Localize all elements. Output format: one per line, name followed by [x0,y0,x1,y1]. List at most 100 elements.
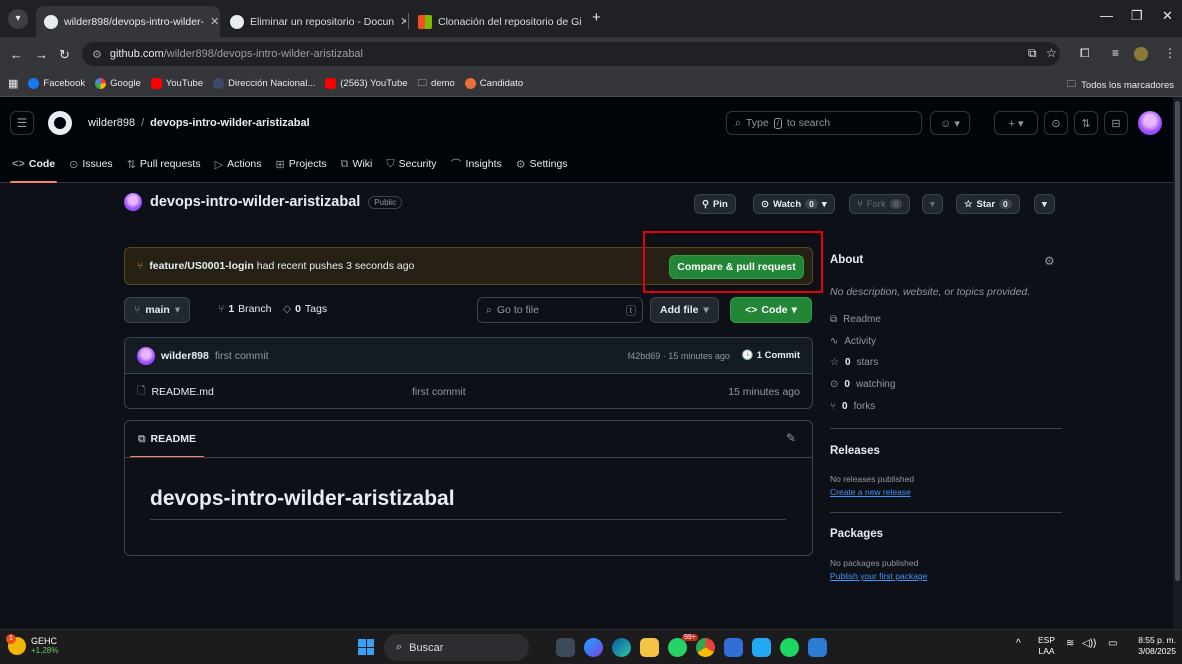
create-new-button[interactable]: + ▾ [994,111,1038,135]
scrollbar-thumb[interactable] [1175,101,1180,581]
forks-link[interactable]: ⑂ 0 forks [830,401,875,412]
page-scrollbar[interactable] [1173,97,1182,629]
stars-link[interactable]: ☆ 0 stars [830,357,878,368]
tab-docs-delete-repo[interactable]: Eliminar un repositorio - Docun ✕ [222,6,406,37]
watch-button[interactable]: ⊙ Watch 0 ▾ [753,194,835,214]
bookmark-folder-demo[interactable]: 🗀 demo [418,76,455,92]
back-arrow-icon[interactable]: ← [10,47,23,62]
watching-link[interactable]: ⊙ 0 watching [830,379,895,390]
user-avatar[interactable] [1138,111,1162,135]
reading-list-icon[interactable]: ≡ [1112,46,1119,60]
speaker-icon[interactable]: ◁)) [1082,638,1096,649]
code-dropdown-button[interactable]: <> Code ▾ [730,297,812,323]
tab-search-chevron-icon[interactable]: ▾ [8,9,28,29]
close-tab-icon[interactable]: ✕ [400,15,406,28]
taskbar-search[interactable]: ⌕ Buscar [384,634,529,661]
tab-wiki[interactable]: ⧉ Wiki [341,151,373,177]
bookmark-youtube-2563[interactable]: (2563) YouTube [325,78,408,89]
stock-widget[interactable]: 1 GEHC +1,28% [6,634,58,656]
chrome-icon[interactable] [696,638,715,657]
file-explorer-icon[interactable] [640,638,659,657]
edge-browser-icon[interactable] [612,638,631,657]
chrome-menu-icon[interactable]: ⋮ [1164,46,1176,60]
bookmark-google[interactable]: Google [95,78,141,89]
bookmark-star-icon[interactable]: ☆ [1046,46,1057,60]
gear-icon[interactable]: ⚙ [1044,254,1055,268]
pushed-branch-name[interactable]: feature/US0001-login [149,260,253,272]
battery-icon[interactable]: ▭ [1108,638,1117,649]
word-icon[interactable] [808,638,827,657]
wifi-icon[interactable]: ≋ [1066,638,1074,649]
breadcrumb-owner[interactable]: wilder898 [88,117,135,129]
tab-security[interactable]: ⛉ Security [386,151,436,177]
activity-link[interactable]: ∿ Activity [830,336,876,347]
commit-history-link[interactable]: 🕓 1 Commit [742,350,800,361]
tags-link[interactable]: ◇ 0 Tags [283,303,327,315]
commit-author-avatar[interactable] [137,346,155,365]
star-button[interactable]: ☆ Star 0 [956,194,1020,214]
pull-requests-button[interactable]: ⇅ [1074,111,1098,135]
tab-clone-repo[interactable]: Clonación del repositorio de Gi ✕ [410,6,586,37]
table-row[interactable]: 🗋 README.md first commit 15 minutes ago [125,374,812,408]
commit-message[interactable]: first commit [215,350,269,362]
tab-insights[interactable]: ⌒ Insights [451,151,502,177]
task-view-icon[interactable] [556,638,575,657]
vscode-icon[interactable] [752,638,771,657]
file-commit-message[interactable]: first commit [412,386,466,398]
bookmark-candidato[interactable]: Candidato [464,78,523,89]
fork-dropdown-button[interactable]: ▾ [922,194,943,214]
close-window-icon[interactable]: ✕ [1162,8,1173,24]
app-icon[interactable] [724,638,743,657]
extensions-icon[interactable]: ⧠ [1080,46,1090,61]
tab-projects[interactable]: ⊞ Projects [276,151,327,177]
issues-button[interactable]: ⊙ [1044,111,1068,135]
go-to-file-input[interactable]: ⌕ Go to file t [477,297,643,323]
packages-heading[interactable]: Packages [830,528,883,540]
site-info-icon[interactable]: ⚙ [92,48,102,61]
close-tab-icon[interactable]: ✕ [210,15,219,28]
branch-select-button[interactable]: ⑂ main ▾ [124,297,191,323]
tab-actions[interactable]: ▷ Actions [215,151,262,177]
windows-start-icon[interactable] [358,639,374,655]
tab-github-repo[interactable]: wilder898/devops-intro-wilder- ✕ [36,6,220,37]
tab-code[interactable]: <> Code [9,151,58,183]
fork-button[interactable]: ⑂ Fork 0 [849,194,911,214]
address-bar[interactable]: ⚙ github.com/wilder898/devops-intro-wild… [82,42,1060,66]
publish-package-link[interactable]: Publish your first package [830,571,927,581]
search-input[interactable]: ⌕ Type / to search [726,111,922,135]
github-logo-icon[interactable] [48,111,72,135]
apps-grid-icon[interactable]: ▦ [8,77,18,90]
tab-settings[interactable]: ⚙ Settings [516,151,568,177]
tray-overflow-chevron-icon[interactable]: ^ [1016,638,1021,649]
bookmark-youtube[interactable]: YouTube [150,78,203,89]
bookmark-facebook[interactable]: Facebook [28,78,85,89]
all-bookmarks-folder[interactable]: 🗀 Todos los marcadores [1067,77,1174,93]
star-dropdown-button[interactable]: ▾ [1034,194,1055,214]
copilot-app-icon[interactable] [584,638,603,657]
tab-issues[interactable]: ⊙ Issues [69,151,113,177]
profile-avatar-icon[interactable] [1134,47,1148,61]
new-tab-plus-icon[interactable]: + [592,9,601,26]
forward-arrow-icon[interactable]: → [35,47,48,62]
commit-author[interactable]: wilder898 [161,350,209,362]
edit-pencil-icon[interactable]: ✎ [786,431,796,445]
inbox-button[interactable]: ⊟ [1104,111,1128,135]
taskbar-clock[interactable]: 8:55 p. m. 3/08/2025 [1130,635,1176,657]
create-release-link[interactable]: Create a new release [830,487,911,497]
restore-icon[interactable]: ❐ [1131,8,1143,24]
breadcrumb-repo[interactable]: devops-intro-wilder-aristizabal [150,117,310,129]
copilot-button[interactable]: ☺ ▾ [930,111,970,135]
releases-heading[interactable]: Releases [830,445,880,457]
readme-link[interactable]: ⧉ Readme [830,314,881,325]
branches-link[interactable]: ⑂ 1 Branch [218,303,271,315]
tab-pull-requests[interactable]: ⇅ Pull requests [127,151,201,177]
install-app-icon[interactable]: ⧉ [1028,46,1037,61]
file-name[interactable]: README.md [151,386,213,398]
add-file-button[interactable]: Add file ▾ [650,297,719,323]
bookmark-direccion-nacional[interactable]: Dirección Nacional... [213,78,315,89]
readme-tab[interactable]: ⧉ README [130,421,205,458]
commit-meta[interactable]: f42bd69 · 15 minutes ago [628,351,730,361]
language-indicator[interactable]: ESP LAA [1038,635,1055,657]
reload-icon[interactable]: ↻ [59,47,70,63]
hamburger-menu-icon[interactable]: ☰ [10,111,34,135]
